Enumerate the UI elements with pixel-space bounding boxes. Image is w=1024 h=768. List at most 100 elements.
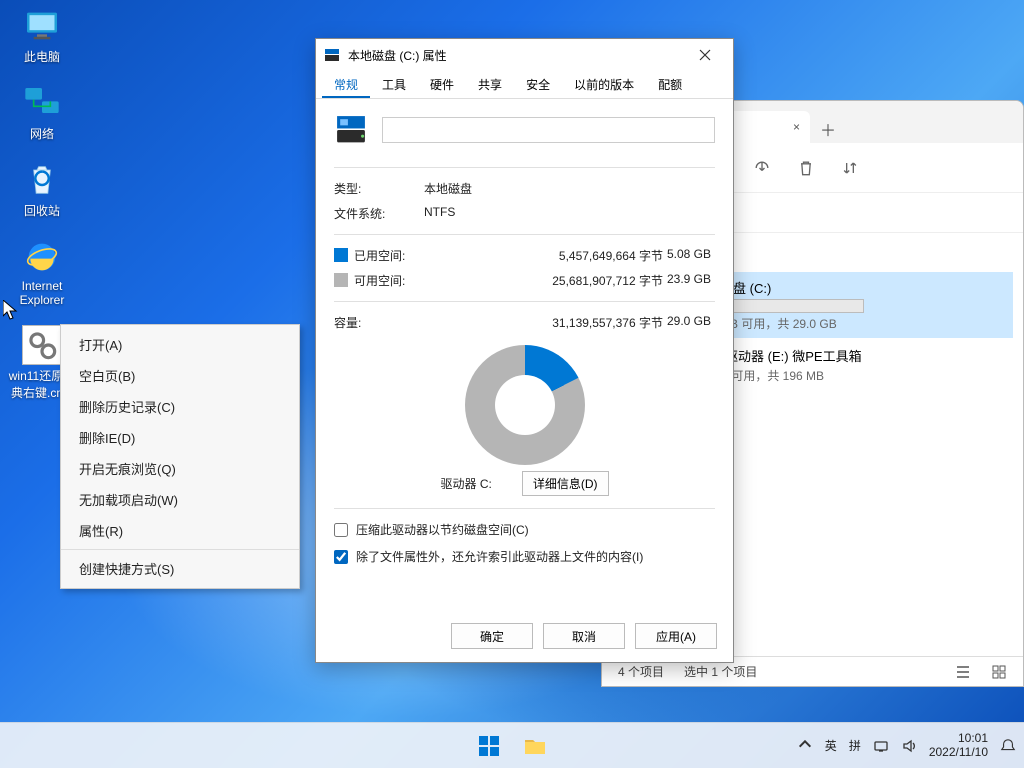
taskbar-explorer[interactable] [515,726,555,766]
fs-value: NTFS [424,205,715,222]
taskbar: 英 拼 10:01 2022/11/10 [0,722,1024,768]
separator [334,167,715,168]
menu-blank-page[interactable]: 空白页(B) [61,360,299,391]
volume-icon[interactable] [901,738,917,754]
cursor-icon [3,300,19,320]
tray-overflow-button[interactable] [797,736,813,755]
free-label: 可用空间: [334,272,424,289]
menu-delete-ie[interactable]: 删除IE(D) [61,422,299,453]
separator [334,508,715,509]
used-bytes: 5,457,649,664 字节 [424,247,667,264]
compress-checkbox-row[interactable]: 压缩此驱动器以节约磁盘空间(C) [334,521,715,538]
compress-label: 压缩此驱动器以节约磁盘空间(C) [356,521,529,538]
menu-open[interactable]: 打开(A) [61,329,299,360]
context-menu: 打开(A) 空白页(B) 删除历史记录(C) 删除IE(D) 开启无痕浏览(Q)… [60,324,300,589]
drive-name-input[interactable] [382,117,715,143]
delete-icon[interactable] [796,158,816,178]
label: 此电脑 [24,48,60,65]
tab-sharing[interactable]: 共享 [466,71,514,98]
windows-logo-icon [477,734,501,758]
sort-icon[interactable] [840,158,860,178]
label: 回收站 [24,202,60,219]
tab-security[interactable]: 安全 [514,71,562,98]
ie-icon [22,237,62,277]
notification-icon[interactable] [1000,738,1016,754]
ime-lang2[interactable]: 拼 [849,737,861,754]
used-gb: 5.08 GB [667,247,715,264]
time: 10:01 [929,732,988,746]
type-value: 本地磁盘 [424,180,715,197]
drive-properties-dialog: 本地磁盘 (C:) 属性 常规 工具 硬件 共享 安全 以前的版本 配额 类型:… [315,38,734,663]
used-swatch [334,248,348,262]
taskbar-center [469,726,555,766]
free-swatch [334,273,348,287]
system-tray: 英 拼 10:01 2022/11/10 [797,732,1024,760]
capacity-gb: 29.0 GB [667,314,715,331]
drive-small-icon [324,47,340,63]
used-label: 已用空间: [334,247,424,264]
menu-delete-history[interactable]: 删除历史记录(C) [61,391,299,422]
free-bytes: 25,681,907,712 字节 [424,272,667,289]
details-button[interactable]: 详细信息(D) [522,471,609,496]
drive-large-icon [334,113,368,147]
start-button[interactable] [469,726,509,766]
close-icon [699,49,711,61]
separator [334,301,715,302]
apply-button[interactable]: 应用(A) [635,623,717,649]
index-checkbox-row[interactable]: 除了文件属性外，还允许索引此驱动器上文件的内容(I) [334,548,715,565]
menu-properties[interactable]: 属性(R) [61,515,299,546]
tab-general[interactable]: 常规 [322,71,370,98]
usage-pie-chart [465,345,585,465]
menu-separator [61,549,299,550]
desktop-icon-recycle-bin[interactable]: 回收站 [6,160,78,219]
network-tray-icon[interactable] [873,738,889,754]
type-label: 类型: [334,180,424,197]
cancel-button[interactable]: 取消 [543,623,625,649]
capacity-label: 容量: [334,314,424,331]
date: 2022/11/10 [929,746,988,760]
label: 网络 [30,125,54,142]
tab-close-button[interactable]: × [793,120,800,134]
space-grid: 已用空间: 5,457,649,664 字节 5.08 GB 可用空间: 25,… [334,247,715,289]
new-tab-button[interactable]: ＋ [814,115,842,143]
batch-file-icon [22,325,62,365]
status-selected: 选中 1 个项目 [684,663,757,680]
recycle-bin-icon [22,160,62,200]
view-list-icon[interactable] [955,664,971,680]
menu-noaddons[interactable]: 无加载项启动(W) [61,484,299,515]
fs-label: 文件系统: [334,205,424,222]
compress-checkbox[interactable] [334,523,348,537]
properties-body: 类型: 本地磁盘 文件系统: NTFS 已用空间: 5,457,649,664 … [316,99,733,610]
dialog-title: 本地磁盘 (C:) 属性 [348,47,447,64]
index-checkbox[interactable] [334,550,348,564]
pc-icon [22,6,62,46]
free-gb: 23.9 GB [667,272,715,289]
desktop-icon-this-pc[interactable]: 此电脑 [6,6,78,65]
chevron-up-icon [797,736,813,752]
dialog-titlebar[interactable]: 本地磁盘 (C:) 属性 [316,39,733,71]
close-button[interactable] [685,40,725,70]
network-icon [22,83,62,123]
ime-lang1[interactable]: 英 [825,737,837,754]
view-grid-icon[interactable] [991,664,1007,680]
tab-hardware[interactable]: 硬件 [418,71,466,98]
ok-button[interactable]: 确定 [451,623,533,649]
menu-inprivate[interactable]: 开启无痕浏览(Q) [61,453,299,484]
separator [334,234,715,235]
type-fs-grid: 类型: 本地磁盘 文件系统: NTFS [334,180,715,222]
share-icon[interactable] [752,158,772,178]
properties-tabs: 常规 工具 硬件 共享 安全 以前的版本 配额 [316,71,733,99]
tab-previous-versions[interactable]: 以前的版本 [562,71,646,98]
folder-icon [522,733,548,759]
capacity-grid: 容量: 31,139,557,376 字节 29.0 GB [334,314,715,331]
drive-letter-label: 驱动器 C: [440,475,491,492]
desktop-icon-ie[interactable]: Internet Explorer [6,237,78,307]
tab-tools[interactable]: 工具 [370,71,418,98]
dialog-buttons: 确定 取消 应用(A) [316,610,733,662]
tab-quota[interactable]: 配额 [646,71,694,98]
desktop-icon-network[interactable]: 网络 [6,83,78,142]
taskbar-clock[interactable]: 10:01 2022/11/10 [929,732,988,760]
status-item-count: 4 个项目 [618,663,664,680]
capacity-bytes: 31,139,557,376 字节 [424,314,667,331]
menu-create-shortcut[interactable]: 创建快捷方式(S) [61,553,299,584]
